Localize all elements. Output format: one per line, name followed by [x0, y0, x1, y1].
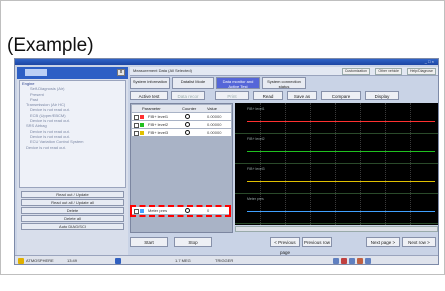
window-titlebar: _ □ × [15, 59, 438, 65]
next-page-button[interactable]: Next page > [366, 237, 400, 247]
start-icon[interactable] [18, 258, 24, 264]
parameter-table: Parameter Counter Value FIB+ level1 0.000… [130, 103, 233, 233]
tab-datalist-mode[interactable]: Datalist Mode [172, 77, 214, 89]
graph-divider [235, 193, 438, 194]
parameter-name: FIB+ level3 [148, 130, 169, 135]
color-swatch [140, 114, 144, 119]
tab-system-information[interactable]: System information [130, 77, 170, 89]
active-test-button[interactable]: Active test [130, 91, 168, 100]
graph-channel-label: FIB+ level1 [247, 107, 265, 111]
network-icon[interactable] [115, 258, 121, 264]
graph-channel-label: Meter pres [247, 197, 264, 201]
header-counter: Counter [182, 106, 197, 111]
row-checkbox[interactable] [134, 122, 139, 128]
diagnostic-app-window: _ □ × x Engine Self-Diagnosis (Air) Presen… [14, 58, 439, 265]
display-button[interactable]: Display [365, 91, 399, 100]
tray-icon-3[interactable] [349, 258, 355, 264]
car-icon [25, 69, 47, 76]
system-tree[interactable]: Engine Self-Diagnosis (Air) Present Past Tra… [19, 80, 126, 188]
data-toolbar: Active test Data recor Print Read Save a… [130, 91, 438, 101]
graph-channel-label: FIB+ level3 [247, 167, 265, 171]
graph-trace [247, 121, 435, 122]
taskbar: ATMOSPHERE 13:49 1.7 MEG TRIGGER [15, 255, 438, 264]
tab-data-monitor[interactable]: Data monitor and Active Test [216, 77, 260, 89]
graph-trace [247, 211, 435, 212]
window-controls[interactable]: _ □ × [425, 59, 434, 64]
right-panel: Measurement Data (All Selected) Customiz… [130, 67, 438, 255]
read-out-update-button[interactable]: Read out / Update [21, 191, 124, 198]
parameter-row[interactable]: FIB+ level1 0.00000 [132, 113, 231, 120]
measurement-title: Measurement Data (All Selected) [133, 68, 192, 73]
magnifier-icon[interactable] [185, 122, 190, 127]
graph-trace [247, 151, 435, 152]
tree-item[interactable]: Device is not read out. [20, 145, 125, 150]
tray-icon-4[interactable] [357, 258, 363, 264]
data-record-button[interactable]: Data recor [171, 91, 205, 100]
header-value: Value [207, 106, 217, 111]
parameter-value: 0.00000 [207, 130, 222, 135]
parameter-name: FIB+ level2 [148, 122, 169, 127]
delete-all-button[interactable]: Delete all [21, 215, 124, 222]
magnifier-icon[interactable] [185, 114, 190, 119]
auto-diag-button[interactable]: Auto DIAG/SCI [21, 223, 124, 230]
magnifier-icon[interactable] [185, 130, 190, 135]
parameter-name: FIB+ level1 [148, 114, 169, 119]
customization-button[interactable]: Customization [341, 68, 370, 75]
parameter-value: 0.00000 [207, 122, 222, 127]
help-button[interactable]: Help/Diagnose [407, 68, 436, 75]
other-vehicle-button[interactable]: Other vehicle [375, 68, 402, 75]
save-as-button[interactable]: Save as [287, 91, 317, 100]
left-panel: x Engine Self-Diagnosis (Air) Present Past T… [17, 67, 128, 255]
left-panel-header: x [17, 67, 128, 79]
tray-icon-5[interactable] [365, 258, 371, 264]
left-panel-buttons: Read out / Update Read out all / Update … [21, 191, 124, 231]
taskbar-item-memory: 1.7 MEG [175, 258, 191, 263]
row-checkbox[interactable] [134, 114, 139, 120]
read-out-all-button[interactable]: Read out all / Update all [21, 199, 124, 206]
previous-page-button[interactable]: < Previous page [270, 237, 300, 255]
row-checkbox[interactable] [134, 130, 139, 136]
delete-button[interactable]: Delete [21, 207, 124, 214]
graph-channel-label: FIB+ level2 [247, 137, 265, 141]
mode-tabs: System information Datalist Mode Data mo… [130, 77, 438, 89]
graph-trace [247, 181, 435, 182]
previous-row-button[interactable]: Previous row [302, 237, 332, 247]
next-row-button[interactable]: Next row > [402, 237, 436, 247]
taskbar-item-clock: 13:49 [67, 258, 78, 263]
start-button[interactable]: Start [130, 237, 168, 247]
highlight-box [130, 205, 231, 217]
tray-icon-1[interactable] [333, 258, 339, 264]
left-panel-close-button[interactable]: x [117, 69, 125, 76]
print-button[interactable]: Print [215, 91, 249, 100]
bottom-controls: Start Stop < Previous page Previous row … [130, 237, 438, 255]
parameter-table-header: Parameter Counter Value [132, 105, 231, 112]
color-swatch [140, 130, 144, 135]
parameter-row[interactable]: FIB+ level2 0.00000 [132, 121, 231, 128]
graph-scrollbar[interactable] [235, 226, 438, 232]
parameter-value: 0.00000 [207, 114, 222, 119]
tray-icon-2[interactable] [341, 258, 347, 264]
graph-divider [235, 223, 438, 224]
graph-divider [235, 163, 438, 164]
parameter-row[interactable]: FIB+ level3 0.00000 [132, 129, 231, 136]
header-parameter: Parameter [142, 106, 161, 111]
tab-system-connection[interactable]: System connection status [262, 77, 306, 89]
taskbar-item-trigger[interactable]: TRIGGER [215, 257, 233, 264]
example-frame: (Example) _ □ × x Engine Self-Diagnosis (… [0, 0, 445, 275]
graph-area[interactable]: FIB+ level1 FIB+ level2 FIB+ level3 Meter p… [235, 103, 438, 225]
graph-divider [235, 133, 438, 134]
stop-button[interactable]: Stop [174, 237, 212, 247]
example-caption: (Example) [7, 35, 94, 56]
compare-button[interactable]: Compare [321, 91, 361, 100]
read-button[interactable]: Read [253, 91, 283, 100]
color-swatch [140, 122, 144, 127]
right-top-bar: Measurement Data (All Selected) Customiz… [130, 67, 438, 76]
taskbar-item-atmosphere[interactable]: ATMOSPHERE [26, 257, 54, 264]
